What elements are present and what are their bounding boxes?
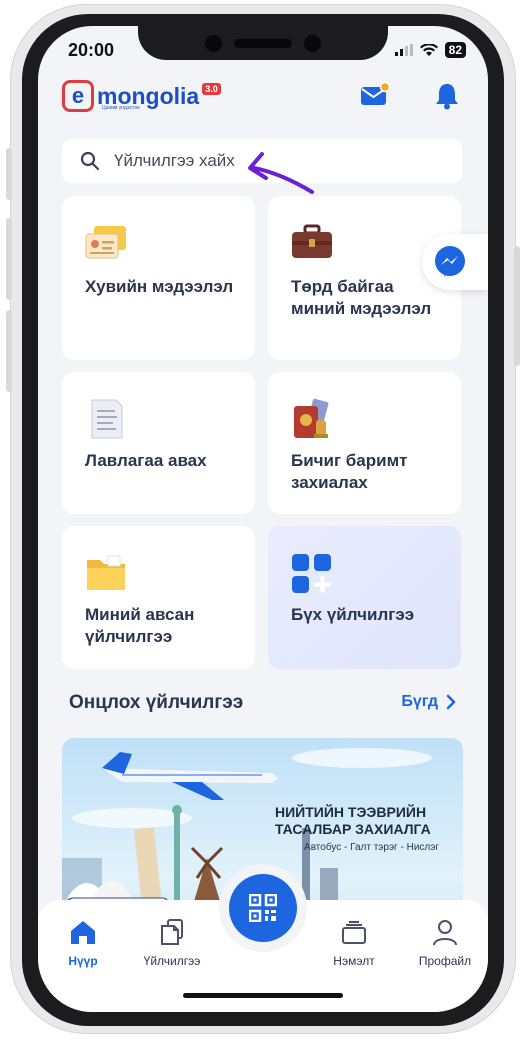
user-icon <box>433 920 457 946</box>
volume-up-button <box>6 218 12 300</box>
logo-letter: e <box>62 80 94 112</box>
document-icon <box>91 399 123 439</box>
battery-level: 82 <box>444 42 466 58</box>
power-button <box>514 246 520 366</box>
status-bar: 20:00 82 <box>38 40 488 64</box>
tab-profile[interactable]: Профайл <box>400 918 488 968</box>
signal-icon <box>394 44 413 56</box>
banner-title: НИЙТИЙН ТЭЭВРИЙН ТАСАЛБАР ЗАХИАЛГА <box>275 804 431 837</box>
featured-section-title: Онцлох үйлчилгээ <box>69 692 244 713</box>
mute-switch <box>6 148 12 200</box>
card-label: Лавлагаа авах <box>85 451 207 470</box>
tab-home[interactable]: Нүүр <box>38 918 128 968</box>
emongolia-logo: e mongolia 3.0 Цахим үндэстэн <box>62 80 221 112</box>
id-card-icon <box>85 226 126 259</box>
card-order-documents[interactable]: Бичиг баримт захиалах <box>268 372 461 514</box>
mail-button[interactable] <box>360 81 391 113</box>
card-label: Бүх үйлчилгээ <box>291 605 415 624</box>
status-time: 20:00 <box>68 40 115 60</box>
card-reference[interactable]: Лавлагаа авах <box>62 372 255 514</box>
card-all-services[interactable]: Бүх үйлчилгээ <box>268 526 461 669</box>
card-label: Төрд байгаа миний мэдээлэл <box>291 277 432 318</box>
app-header: e mongolia 3.0 Цахим үндэстэн <box>38 78 488 122</box>
passport-icon <box>294 398 329 438</box>
tab-label: Профайл <box>418 954 472 968</box>
logo-tagline: Цахим үндэстэн <box>102 105 140 111</box>
chevron-right-icon <box>446 694 456 710</box>
bell-icon <box>436 84 458 110</box>
tab-services[interactable]: Үйлчилгээ <box>127 918 217 968</box>
volume-down-button <box>6 310 12 392</box>
briefcase-icon <box>292 224 332 258</box>
home-indicator <box>183 993 343 998</box>
mail-icon <box>361 81 391 105</box>
see-all-label: Бүгд <box>401 693 438 710</box>
folder-icon <box>87 555 125 590</box>
status-icons: 82 <box>394 42 466 58</box>
grid-icon <box>292 554 331 593</box>
see-all-link[interactable]: Бүгд <box>401 693 456 711</box>
card-label: Миний авсан үйлчилгээ <box>85 605 195 646</box>
bottom-tab-bar: Нүүр Үйлчилгээ Нэмэлт Профайл <box>38 864 488 1012</box>
documents-icon <box>161 919 183 945</box>
home-icon <box>71 921 95 944</box>
logo-version: 3.0 <box>202 83 221 95</box>
card-my-services[interactable]: Миний авсан үйлчилгээ <box>62 526 255 669</box>
card-label: Бичиг баримт захиалах <box>291 451 408 492</box>
search-icon <box>80 151 100 171</box>
layers-icon <box>342 921 366 944</box>
messenger-icon <box>435 246 465 277</box>
app-screen: 20:00 82 e mongolia 3.0 Цахим үндэстэн Х… <box>38 26 488 1012</box>
card-personal-info[interactable]: Хувийн мэдээлэл <box>62 196 255 360</box>
messenger-chat-button[interactable] <box>422 234 488 290</box>
tab-label: Үйлчилгээ <box>143 954 201 968</box>
tab-label: Нэмэлт <box>333 954 375 968</box>
tab-more[interactable]: Нэмэлт <box>309 918 399 968</box>
notifications-button[interactable] <box>434 82 460 115</box>
wifi-icon <box>419 43 438 56</box>
card-label: Хувийн мэдээлэл <box>85 277 234 296</box>
banner-subtitle: Автобус - Галт тэрэг - Нислэг <box>304 842 439 853</box>
qr-code-icon <box>249 894 277 922</box>
qr-scan-button[interactable] <box>229 874 297 942</box>
tab-label: Нүүр <box>68 954 98 968</box>
